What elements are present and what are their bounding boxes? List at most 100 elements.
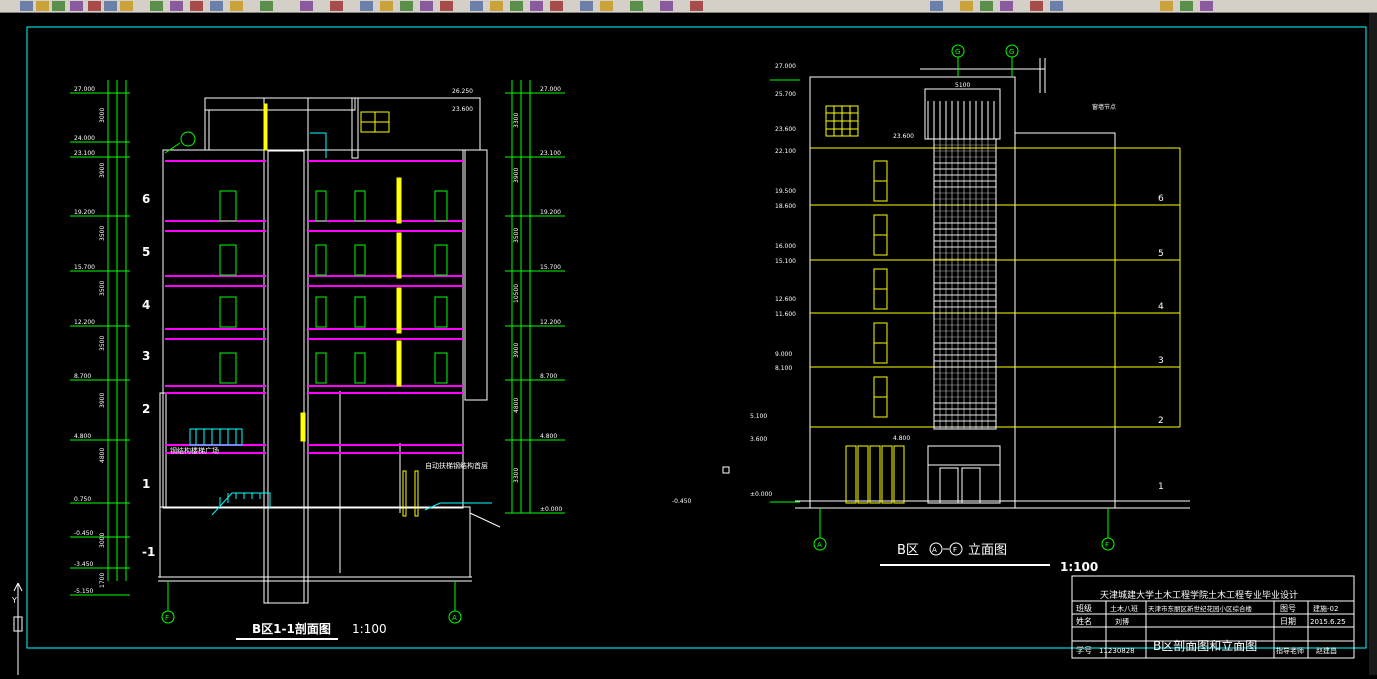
section-walls [158,97,501,604]
drawing-canvas[interactable]: 27.000 24.000 23.100 19.200 15.700 12.200 8.70… [0,13,1377,675]
toolbar-button[interactable] [440,1,453,11]
toolbar-button[interactable] [120,1,133,11]
section-elev-left: -3.450 [74,561,94,568]
toolbar-button[interactable] [550,1,563,11]
toolbar-button[interactable] [70,1,83,11]
section-elev-left: 15.700 [74,264,95,271]
elevation-level-label: 23.600 [775,126,796,133]
toolbar-button[interactable] [20,1,33,11]
tb-class-label: 班级 [1076,603,1092,613]
section-elev-left: 23.100 [74,150,95,157]
toolbar-button[interactable] [1180,1,1193,11]
elevation-floor-number: 3 [1158,356,1164,366]
elev-title-axis-f: F [953,546,957,554]
tb-no-label: 图号 [1280,604,1296,613]
section-dim-left: 4800 [99,448,106,463]
toolbar-button[interactable] [510,1,523,11]
toolbar-button[interactable] [600,1,613,11]
toolbar-button[interactable] [170,1,183,11]
elevation-level-label: 11.600 [775,311,796,318]
section-dim-left: 3000 [99,108,106,123]
axis-a-label: A [452,614,457,622]
elevation-level-label: 12.600 [775,296,796,303]
tb-name-label: 姓名 [1076,616,1092,626]
elevation-level-label: 19.500 [775,188,796,195]
section-elev-left: 8.700 [74,373,91,380]
elevation-level-label: -0.450 [672,498,692,505]
section-dim-right: 3300 [513,468,520,483]
elevation-level-label: 27.000 [775,63,796,70]
section-elev-left: 12.200 [74,319,95,326]
section-windows [263,103,419,517]
section-roof-box [360,111,390,133]
toolbar-button[interactable] [260,1,273,11]
section-dim-right: 10500 [513,284,520,303]
elev-elev-leader [770,79,800,503]
toolbar-button[interactable] [660,1,673,11]
tb-id-label: 学号 [1076,645,1092,655]
elevation-level-label: 8.100 [775,365,792,372]
elevation-level-label: 3.600 [750,436,767,443]
toolbar-button[interactable] [36,1,49,11]
elevation-floor-number: 5 [1158,249,1164,259]
roof-label-1: 26.250 [452,88,473,95]
toolbar-button[interactable] [930,1,943,11]
section-elev-left: -0.450 [74,530,94,537]
section-dim-left: 3500 [99,336,106,351]
toolbar-button[interactable] [580,1,593,11]
title-block-text: 天津城建大学土木工程学院土木工程专业毕业设计 班级 土木八班 姓名 刘博 学号 … [1076,589,1346,655]
toolbar-button[interactable] [210,1,223,11]
toolbar-button[interactable] [490,1,503,11]
toolbar-button[interactable] [1000,1,1013,11]
elev-axis-top-2: G [1009,48,1014,56]
toolbar-button[interactable] [1200,1,1213,11]
section-floor-number: 1 [142,477,150,491]
toolbar-button[interactable] [330,1,343,11]
toolbar-button[interactable] [1160,1,1173,11]
section-elev-left: -5.150 [74,588,94,595]
section-elev-right: 15.700 [540,264,561,271]
toolbar-button[interactable] [980,1,993,11]
toolbar-button[interactable] [400,1,413,11]
vertical-scrollbar[interactable] [1369,13,1377,675]
toolbar-button[interactable] [960,1,973,11]
toolbar-button[interactable] [630,1,643,11]
section-dim-right: 3500 [513,228,520,243]
toolbar-button[interactable] [300,1,313,11]
tb-no-value: 建施-02 [1313,604,1338,613]
toolbar-button[interactable] [150,1,163,11]
elev-bottom-level: 4.800 [893,435,910,442]
elev-note: 窗墙节点 [1092,103,1116,111]
cad-drawing[interactable]: 27.000 24.000 23.100 19.200 15.700 12.200 8.70… [0,13,1377,675]
toolbar-button[interactable] [104,1,117,11]
toolbar-button[interactable] [230,1,243,11]
toolbar-button[interactable] [470,1,483,11]
section-floor-number: 5 [142,245,150,259]
elevation-floor-number: 4 [1158,302,1164,312]
section-dims-left [107,80,127,581]
toolbar-button[interactable] [420,1,433,11]
toolbar-button[interactable] [190,1,203,11]
elev-axis-a: A [817,541,822,549]
small-marker [722,466,730,474]
toolbar-button[interactable] [88,1,101,11]
toolbar-button[interactable] [690,1,703,11]
section-text: 27.000 24.000 23.100 19.200 15.700 12.200 8.70… [74,86,562,636]
elev-shopfront [845,445,905,504]
section-elev-right: 12.200 [540,319,561,326]
toolbar-button[interactable] [530,1,543,11]
toolbar-button[interactable] [52,1,65,11]
elev-title: B区 [897,543,919,558]
toolbar-button[interactable] [1030,1,1043,11]
toolbar [0,0,1377,13]
section-elev-right: 23.100 [540,150,561,157]
roof-label-2: 23.600 [452,106,473,113]
section-floor-number: 2 [142,402,150,416]
section-elev-right: 27.000 [540,86,561,93]
elevation-level-label: 25.700 [775,91,796,98]
toolbar-button[interactable] [380,1,393,11]
toolbar-button[interactable] [1050,1,1063,11]
elev-axis-top-1: G [955,48,960,56]
elevation-level-label: 22.100 [775,148,796,155]
toolbar-button[interactable] [360,1,373,11]
